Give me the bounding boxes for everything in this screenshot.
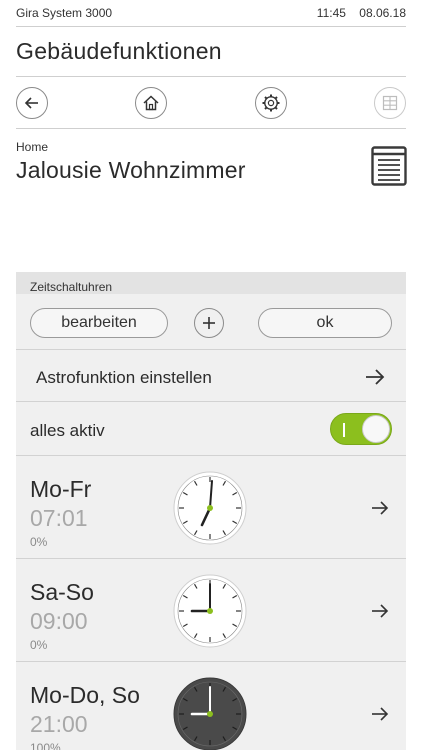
all-active-toggle[interactable]	[330, 413, 392, 445]
divider	[16, 455, 406, 456]
clock-icon	[173, 677, 247, 750]
back-arrow-icon	[24, 97, 38, 109]
plus-icon	[203, 317, 215, 329]
status-datetime: 11:45 08.06.18	[317, 6, 406, 20]
timer-value: 100%	[30, 741, 61, 750]
back-button[interactable]	[16, 87, 48, 119]
arrow-right-icon	[372, 501, 389, 515]
divider	[16, 26, 406, 27]
timer-value: 0%	[30, 535, 48, 549]
timer-panel: Zeitschaltuhren bearbeiten ok Astrofunkt…	[16, 272, 406, 750]
timer-time: 07:01	[30, 505, 88, 531]
add-timer-button[interactable]	[194, 308, 224, 338]
ok-button[interactable]: ok	[258, 308, 392, 338]
edit-button[interactable]: bearbeiten	[30, 308, 168, 338]
gear-icon	[262, 94, 280, 112]
timer-time: 21:00	[30, 711, 88, 737]
all-active-label: alles aktiv	[30, 421, 105, 440]
divider	[16, 401, 406, 402]
divider	[16, 76, 406, 77]
blind-icon	[371, 146, 407, 186]
timer-value: 0%	[30, 638, 48, 652]
status-date: 08.06.18	[359, 6, 406, 20]
timer-days: Mo-Fr	[30, 476, 92, 502]
device-title: Jalousie Wohnzimmer	[16, 157, 246, 183]
timer-days: Sa-So	[30, 579, 94, 605]
grid-icon	[382, 95, 398, 111]
clock-icon	[173, 574, 247, 648]
divider	[16, 661, 406, 662]
breadcrumb[interactable]: Home	[16, 140, 48, 154]
home-icon	[143, 95, 159, 111]
divider	[16, 349, 406, 350]
status-time: 11:45	[316, 6, 346, 20]
toggle-on-mark	[343, 423, 345, 437]
divider	[16, 558, 406, 559]
panel-header: Zeitschaltuhren	[16, 272, 406, 294]
astro-label: Astrofunktion einstellen	[36, 368, 212, 387]
app-name: Gira System 3000	[16, 6, 113, 20]
timer-time: 09:00	[30, 608, 88, 634]
toggle-knob	[362, 415, 390, 443]
page-title: Gebäudefunktionen	[16, 38, 222, 64]
divider	[16, 128, 406, 129]
panel-header-label: Zeitschaltuhren	[30, 280, 113, 294]
grid-button[interactable]	[374, 87, 406, 119]
arrow-right-icon	[366, 369, 385, 385]
arrow-right-icon	[372, 604, 389, 618]
status-bar: Gira System 3000 11:45 08.06.18	[0, 0, 422, 26]
timer-days: Mo-Do, So	[30, 682, 140, 708]
clock-icon	[173, 471, 247, 545]
home-button[interactable]	[135, 87, 167, 119]
settings-button[interactable]	[255, 87, 287, 119]
arrow-right-icon	[372, 707, 389, 721]
